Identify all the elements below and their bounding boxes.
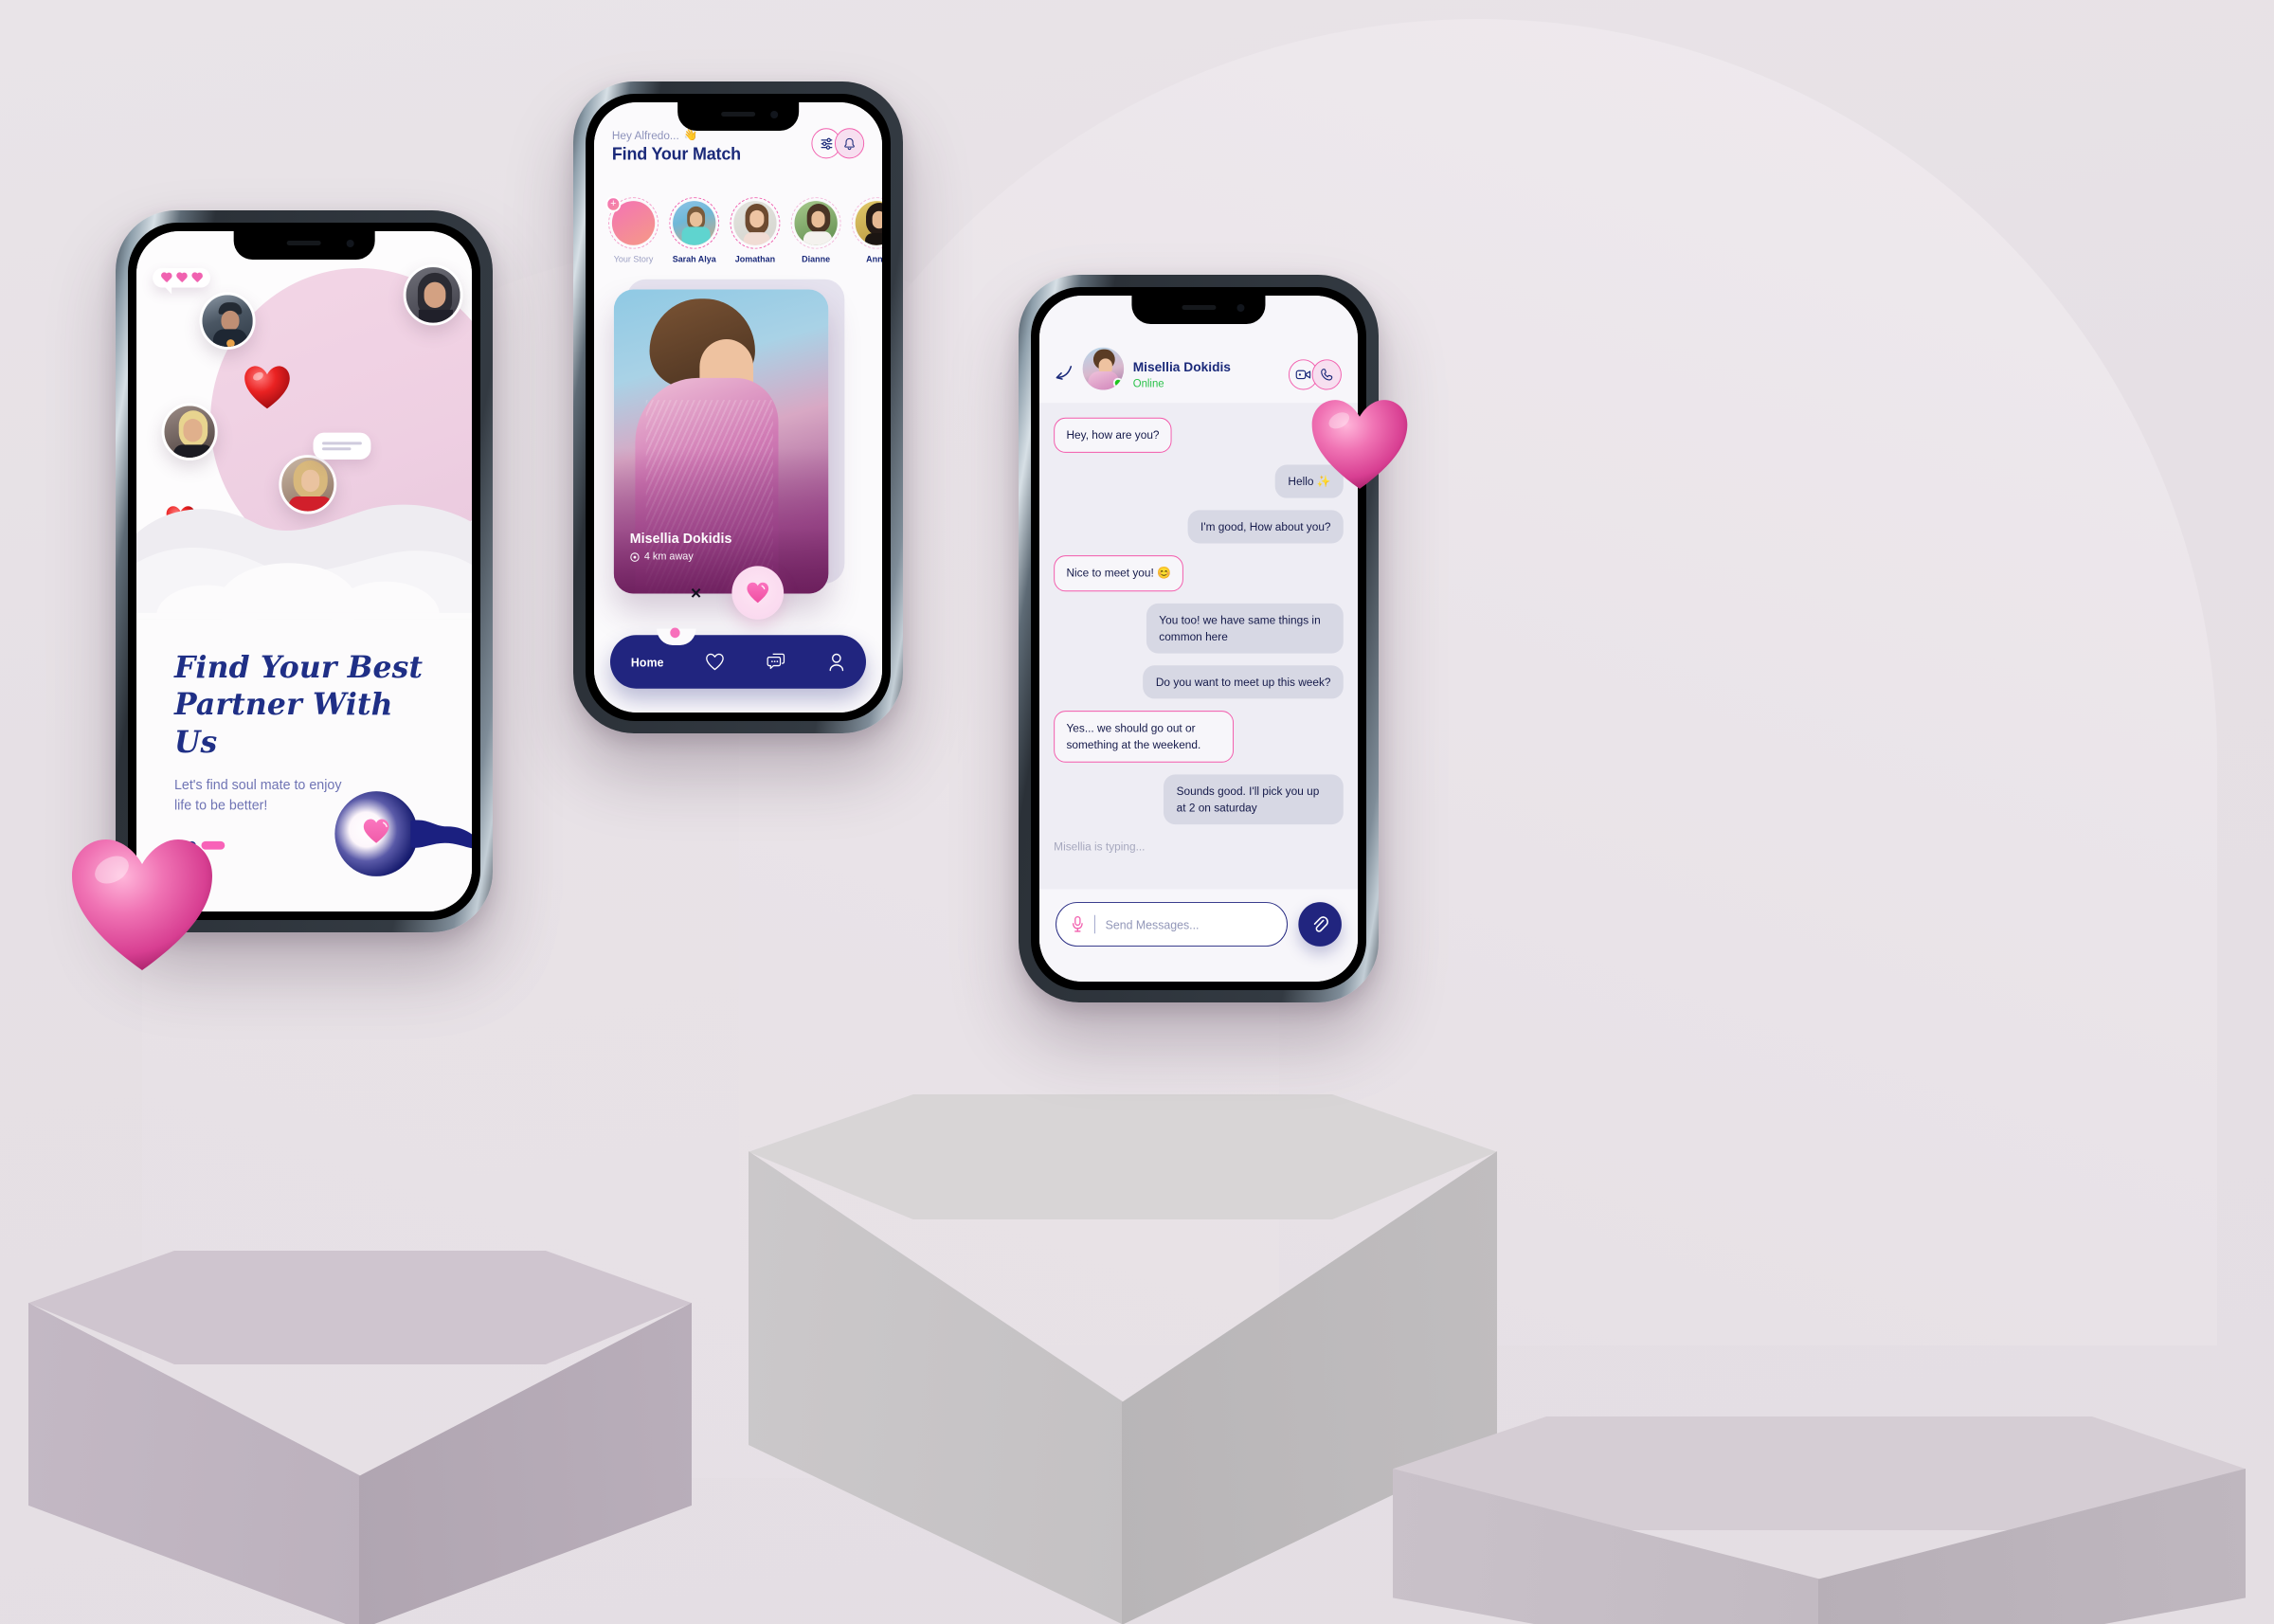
onboarding-hero: [136, 231, 472, 620]
discover-screen: Hey Alfredo... 👋 Find Your Match + Your …: [594, 102, 882, 713]
podium-right: [1393, 1416, 2246, 1624]
page-title: Find Your Match: [611, 144, 741, 165]
get-started-button[interactable]: [333, 789, 472, 878]
tab-profile[interactable]: [827, 652, 845, 671]
podium-left: [28, 1251, 692, 1624]
typing-indicator: Misellia is typing...: [1054, 840, 1146, 854]
tab-chat[interactable]: [767, 653, 786, 671]
phone-discover: Hey Alfredo... 👋 Find Your Match + Your …: [573, 81, 903, 733]
avatar: [403, 264, 463, 326]
tab-home[interactable]: Home: [631, 655, 664, 669]
add-story-icon[interactable]: +: [605, 196, 622, 212]
chat-header-actions: [1288, 359, 1342, 390]
send-button[interactable]: [1298, 902, 1342, 947]
header-actions: [811, 128, 865, 159]
cloud-decoration: [136, 504, 472, 620]
message-input[interactable]: Send Messages...: [1056, 902, 1288, 947]
attachment-icon: [1313, 916, 1328, 932]
onboarding-title-line1: Find Your Best: [173, 648, 424, 685]
message-bubble-outgoing: You too! we have same things in common h…: [1146, 603, 1344, 654]
avatar: [161, 403, 218, 460]
microphone-icon[interactable]: [1071, 915, 1084, 933]
bottom-tabbar[interactable]: Home: [609, 627, 867, 689]
podium-center: [749, 1094, 1497, 1624]
phone-call-icon: [1321, 369, 1333, 381]
story-label: Anne: [866, 254, 882, 265]
bell-icon: [844, 137, 855, 150]
phone-onboarding: Find Your Best Partner With Us Let's fin…: [116, 210, 493, 932]
text-chat-bubble: [313, 432, 371, 460]
story-label: Dianne: [802, 254, 831, 265]
story-item-your-story[interactable]: + Your Story: [605, 196, 659, 265]
story-label: Sarah Alya: [672, 254, 716, 265]
chat-icon: [767, 653, 785, 670]
heart-3d-red: [244, 366, 290, 409]
story-label: Jomathan: [734, 254, 776, 265]
heart-icon: [176, 273, 187, 283]
contact-info: Misellia Dokidis Online: [1133, 360, 1280, 389]
filter-icon: [821, 137, 832, 150]
hearts-chat-bubble: [153, 268, 211, 295]
match-card-actions: ✕: [614, 566, 848, 623]
onboarding-screen: Find Your Best Partner With Us Let's fin…: [136, 231, 472, 911]
contact-status: Online: [1132, 376, 1164, 390]
message-input-placeholder: Send Messages...: [1105, 917, 1200, 931]
match-name: Misellia Dokidis: [629, 531, 732, 547]
back-arrow-glyph: [1056, 366, 1073, 380]
message-bubble-outgoing: Sounds good. I'll pick you up at 2 on sa…: [1164, 774, 1344, 825]
message-bubble-outgoing: I'm good, How about you?: [1187, 510, 1344, 544]
match-meta: Misellia Dokidis 4 km away: [630, 531, 732, 562]
like-button[interactable]: [731, 566, 785, 620]
profile-icon: [829, 653, 844, 671]
message-bubble-incoming: Nice to meet you! 😊: [1054, 555, 1184, 591]
avatar: [199, 292, 256, 350]
online-status-dot: [1112, 377, 1124, 388]
message-bubble-incoming: Yes... we should go out or something at …: [1054, 710, 1234, 763]
contact-avatar[interactable]: [1082, 347, 1125, 390]
tab-likes[interactable]: [705, 653, 725, 671]
heart-icon: [706, 653, 725, 671]
story-item-anne[interactable]: Anne: [851, 197, 882, 265]
heart-3d-pink-small: [1311, 400, 1408, 489]
greeting-text: Hey Alfredo...: [611, 128, 679, 142]
phone-call-button[interactable]: [1311, 359, 1342, 390]
match-distance: 4 km away: [643, 550, 694, 563]
heart-icon: [191, 273, 202, 283]
heart-icon: [747, 582, 769, 604]
message-bubble-outgoing: Do you want to meet up this week?: [1143, 665, 1344, 699]
message-bubble-incoming: Hey, how are you?: [1054, 417, 1172, 453]
video-call-icon: [1295, 370, 1311, 380]
notifications-button[interactable]: [834, 128, 865, 159]
chat-input-bar: Send Messages...: [1039, 889, 1358, 982]
pass-button[interactable]: ✕: [683, 581, 708, 606]
story-label: Your Story: [613, 254, 654, 265]
story-item-jomathan[interactable]: Jomathan: [730, 197, 781, 265]
discover-header: Hey Alfredo... 👋 Find Your Match: [594, 128, 882, 165]
match-card[interactable]: Misellia Dokidis 4 km away: [613, 289, 829, 594]
heart-3d-pink-large: [72, 839, 212, 970]
back-arrow-icon[interactable]: [1054, 364, 1074, 389]
heart-icon: [161, 273, 171, 283]
phone-chat: Misellia Dokidis Online Hey, how are you…: [1019, 275, 1379, 1002]
onboarding-title-line2: Partner With Us: [173, 686, 393, 760]
contact-name: Misellia Dokidis: [1132, 360, 1231, 375]
location-pin-icon: [630, 551, 640, 562]
input-divider: [1093, 914, 1096, 934]
phone-notch: [1131, 296, 1266, 324]
stories-row[interactable]: + Your Story Sarah Alya Jomathan Dianne …: [594, 196, 882, 265]
phone-notch: [233, 231, 375, 260]
phone-notch: [677, 102, 799, 131]
story-item-dianne[interactable]: Dianne: [790, 197, 841, 265]
tabbar-active-dot: [670, 627, 680, 639]
story-item-sarah-alya[interactable]: Sarah Alya: [669, 197, 720, 265]
